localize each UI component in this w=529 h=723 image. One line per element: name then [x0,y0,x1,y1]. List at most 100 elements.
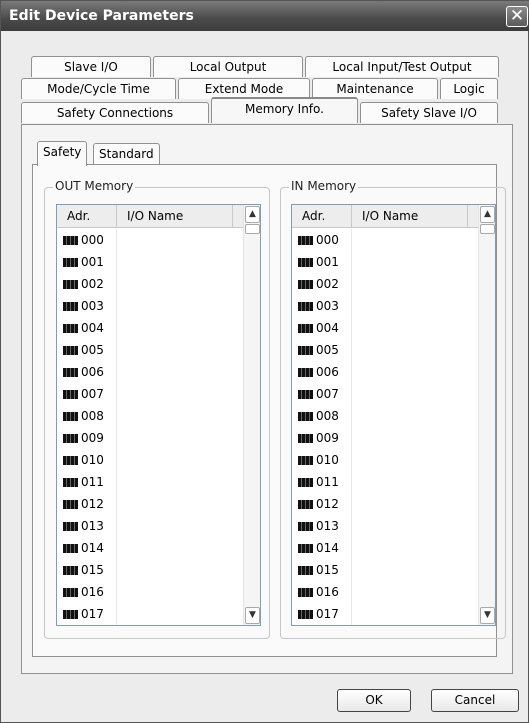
io-chip-icon [298,588,313,597]
address-text: 004 [81,321,104,335]
tab-logic[interactable]: Logic [440,78,498,99]
address-cell: 017 [63,603,115,625]
scroll-up-icon[interactable]: ▲ [480,206,495,223]
column-separator [116,339,117,361]
in-memory-scrollbar[interactable]: ▲ ▼ [478,205,495,625]
address-text: 008 [81,409,104,423]
address-text: 002 [81,277,104,291]
column-separator [351,537,352,559]
address-cell: 006 [298,361,350,383]
io-chip-icon [298,390,313,399]
tab-mode-cycle-time[interactable]: Mode/Cycle Time [21,78,176,99]
adr-column-header[interactable]: Adr. [292,205,352,228]
address-text: 013 [81,519,104,533]
io-chip-icon [63,346,78,355]
io-chip-icon [63,390,78,399]
address-cell: 004 [298,317,350,339]
address-cell: 005 [63,339,115,361]
tab-safety-connections[interactable]: Safety Connections [21,102,209,123]
adr-column-header[interactable]: Adr. [57,205,117,228]
io-chip-icon [298,324,313,333]
edit-device-parameters-window: Edit Device Parameters ✕ Slave I/O Local… [0,0,529,723]
address-text: 015 [316,563,339,577]
address-cell: 000 [63,229,115,251]
address-cell: 008 [63,405,115,427]
scroll-thumb[interactable] [480,224,495,234]
io-chip-icon [63,610,78,619]
address-cell: 013 [63,515,115,537]
address-cell: 012 [63,493,115,515]
address-text: 001 [81,255,104,269]
out-memory-scrollbar[interactable]: ▲ ▼ [243,205,260,625]
column-separator [351,339,352,361]
scroll-thumb[interactable] [245,224,260,234]
io-chip-icon [63,588,78,597]
tab-maintenance[interactable]: Maintenance [312,78,438,99]
io-chip-icon [63,280,78,289]
column-separator [116,537,117,559]
address-cell: 011 [63,471,115,493]
address-cell: 014 [298,537,350,559]
address-cell: 001 [63,251,115,273]
ok-button[interactable]: OK [337,689,411,712]
tab-extend-mode[interactable]: Extend Mode [178,78,310,99]
column-separator [351,427,352,449]
io-name-column-header[interactable]: I/O Name [352,205,468,228]
column-separator [116,559,117,581]
column-separator [351,405,352,427]
address-text: 005 [316,343,339,357]
column-separator [351,449,352,471]
scroll-up-icon[interactable]: ▲ [245,206,260,223]
subtab-safety[interactable]: Safety [37,141,88,166]
column-separator [351,581,352,603]
tab-slave-io[interactable]: Slave I/O [31,56,151,77]
io-chip-icon [63,434,78,443]
scroll-down-icon[interactable]: ▼ [245,607,260,624]
address-text: 008 [316,409,339,423]
address-text: 006 [81,365,104,379]
io-chip-icon [63,478,78,487]
io-chip-icon [63,522,78,531]
io-chip-icon [63,368,78,377]
column-separator [351,603,352,625]
io-chip-icon [298,478,313,487]
column-separator [351,383,352,405]
column-separator [116,383,117,405]
tab-memory-info[interactable]: Memory Info. [211,97,358,123]
column-separator [351,273,352,295]
column-separator [116,581,117,603]
address-cell: 001 [298,251,350,273]
io-chip-icon [63,236,78,245]
address-text: 014 [316,541,339,555]
close-button[interactable]: ✕ [506,6,528,27]
address-cell: 010 [63,449,115,471]
column-separator [116,449,117,471]
address-text: 011 [81,475,104,489]
io-chip-icon [298,434,313,443]
column-separator [351,493,352,515]
subtab-standard[interactable]: Standard [93,143,160,165]
address-cell: 012 [298,493,350,515]
io-chip-icon [298,610,313,619]
address-cell: 003 [63,295,115,317]
tab-local-output[interactable]: Local Output [153,56,303,77]
address-text: 017 [316,607,339,621]
cancel-button[interactable]: Cancel [431,689,519,712]
address-text: 009 [316,431,339,445]
address-cell: 002 [298,273,350,295]
address-cell: 007 [298,383,350,405]
column-separator [351,229,352,251]
io-chip-icon [298,236,313,245]
tab-local-input-test-output[interactable]: Local Input/Test Output [305,56,499,77]
tab-safety-slave-io[interactable]: Safety Slave I/O [360,102,498,123]
out-memory-list[interactable]: Adr. I/O Name 000 001 002 003 004 005 006 007 00… [56,204,261,626]
io-chip-icon [298,346,313,355]
address-cell: 016 [63,581,115,603]
column-separator [116,273,117,295]
window-title: Edit Device Parameters [9,8,194,24]
address-text: 012 [316,497,339,511]
in-memory-list[interactable]: Adr. I/O Name 000 001 002 003 004 005 006 007 00… [291,204,496,626]
scroll-down-icon[interactable]: ▼ [480,607,495,624]
io-name-column-header[interactable]: I/O Name [117,205,233,228]
close-icon: ✕ [509,6,525,26]
